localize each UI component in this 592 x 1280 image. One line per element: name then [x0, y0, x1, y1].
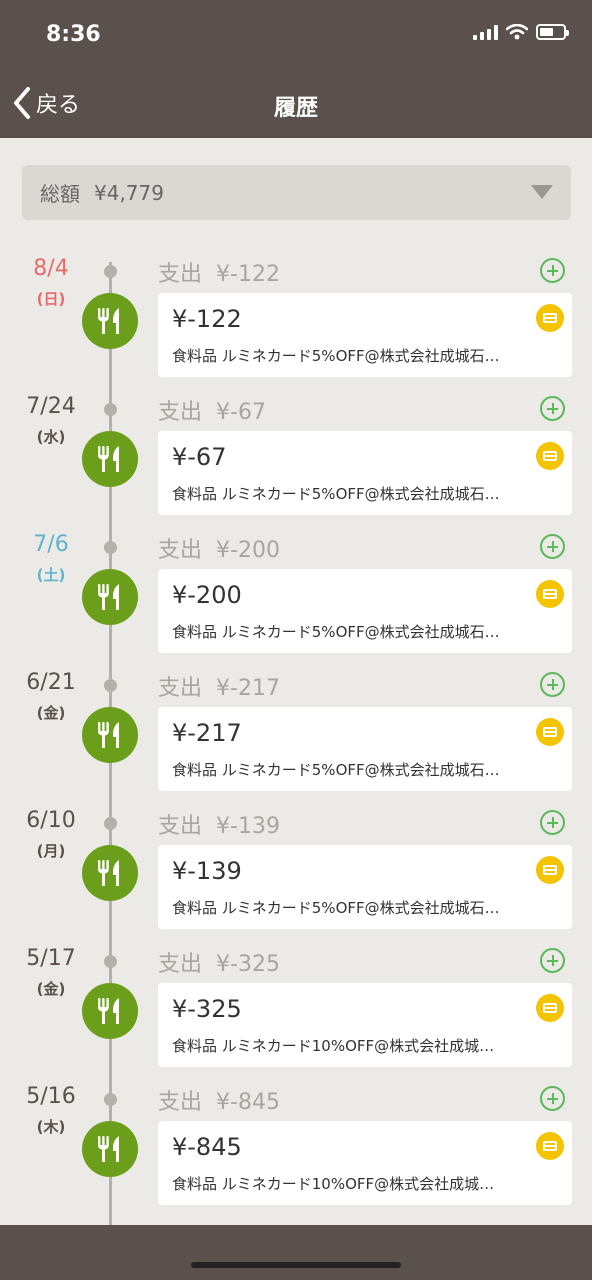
entry-summary-amount: ¥-122 [216, 262, 280, 287]
transaction-amount: ¥-67 [172, 443, 227, 471]
entry-kind: 支出 [158, 262, 203, 287]
entry-summary-amount: ¥-845 [216, 1090, 280, 1115]
transaction-description: 食料品 ルミネカード10%OFF@株式会社成城… [172, 1175, 495, 1193]
entry-date: 7/24 [26, 394, 76, 419]
transaction-amount: ¥-122 [172, 305, 242, 333]
timeline-dot [104, 403, 117, 416]
signal-icon [473, 24, 498, 40]
entry-summary: 支出 ¥-67 [158, 394, 266, 426]
entry-date: 6/21 [26, 670, 76, 695]
transaction-description: 食料品 ルミネカード5%OFF@株式会社成城石… [172, 623, 500, 641]
transaction-description: 食料品 ルミネカード10%OFF@株式会社成城… [172, 1037, 495, 1055]
bottom-bar [0, 1225, 592, 1280]
timeline-dot [104, 265, 117, 278]
entry-date: 8/4 [33, 256, 69, 281]
transaction-amount: ¥-325 [172, 995, 242, 1023]
wifi-icon [506, 24, 528, 40]
transaction-card[interactable]: ¥-325 食料品 ルミネカード10%OFF@株式会社成城… [158, 983, 572, 1067]
entry-summary-amount: ¥-325 [216, 952, 280, 977]
transaction-card[interactable]: ¥-122 食料品 ルミネカード5%OFF@株式会社成城石… [158, 293, 572, 377]
add-circle-icon[interactable] [540, 534, 565, 559]
entry-summary: 支出 ¥-217 [158, 670, 280, 702]
entry-date: 5/17 [26, 946, 76, 971]
entry-summary: 支出 ¥-845 [158, 1084, 280, 1116]
entry-summary: 支出 ¥-122 [158, 256, 280, 288]
timeline-dot [104, 541, 117, 554]
credit-card-icon [536, 304, 564, 332]
entry-kind: 支出 [158, 814, 203, 839]
add-circle-icon[interactable] [540, 672, 565, 697]
transaction-card[interactable]: ¥-67 食料品 ルミネカード5%OFF@株式会社成城石… [158, 431, 572, 515]
transaction-description: 食料品 ルミネカード5%OFF@株式会社成城石… [172, 347, 500, 365]
total-label: 総額 [40, 182, 80, 206]
history-entry: 7/6 (土) 支出 ¥-200 ¥-200 食料品 ルミネカード5%OFF@株式会社成城… [0, 526, 592, 664]
fork-knife-icon [82, 707, 138, 763]
entry-date: 7/6 [33, 532, 69, 557]
transaction-description: 食料品 ルミネカード5%OFF@株式会社成城石… [172, 761, 500, 779]
entry-kind: 支出 [158, 676, 203, 701]
fork-knife-icon [82, 293, 138, 349]
history-entry: 8/4 (日) 支出 ¥-122 ¥-122 食料品 ルミネカード5%OFF@株式会社成城… [0, 250, 592, 388]
page-title: 履歴 [273, 96, 318, 121]
add-circle-icon[interactable] [540, 1086, 565, 1111]
battery-icon [536, 24, 569, 40]
entry-summary: 支出 ¥-139 [158, 808, 280, 840]
credit-card-icon [536, 718, 564, 746]
credit-card-icon [536, 994, 564, 1022]
entry-kind: 支出 [158, 400, 203, 425]
dropdown-arrow-icon [531, 185, 553, 199]
transaction-description: 食料品 ルミネカード5%OFF@株式会社成城石… [172, 899, 500, 917]
entry-summary-amount: ¥-217 [216, 676, 280, 701]
fork-knife-icon [82, 983, 138, 1039]
timeline-dot [104, 1093, 117, 1106]
home-indicator [191, 1262, 401, 1268]
history-entry: 5/17 (金) 支出 ¥-325 ¥-325 食料品 ルミネカード10%OFF@株式会社… [0, 940, 592, 1078]
add-circle-icon[interactable] [540, 810, 565, 835]
transaction-description: 食料品 ルミネカード5%OFF@株式会社成城石… [172, 485, 500, 503]
transaction-amount: ¥-845 [172, 1133, 242, 1161]
entry-kind: 支出 [158, 538, 203, 563]
total-dropdown[interactable]: 総額 ¥4,779 [22, 165, 571, 220]
add-circle-icon[interactable] [540, 396, 565, 421]
transaction-amount: ¥-200 [172, 581, 242, 609]
entry-date: 6/10 [26, 808, 76, 833]
status-icons [473, 24, 569, 40]
fork-knife-icon [82, 1121, 138, 1177]
credit-card-icon [536, 1132, 564, 1160]
add-circle-icon[interactable] [540, 948, 565, 973]
credit-card-icon [536, 580, 564, 608]
transaction-card[interactable]: ¥-217 食料品 ルミネカード5%OFF@株式会社成城石… [158, 707, 572, 791]
transaction-card[interactable]: ¥-139 食料品 ルミネカード5%OFF@株式会社成城石… [158, 845, 572, 929]
entry-date: 5/16 [26, 1084, 76, 1109]
entry-summary-amount: ¥-67 [216, 400, 266, 425]
fork-knife-icon [82, 431, 138, 487]
entry-summary-amount: ¥-139 [216, 814, 280, 839]
transaction-card[interactable]: ¥-845 食料品 ルミネカード10%OFF@株式会社成城… [158, 1121, 572, 1205]
timeline-dot [104, 955, 117, 968]
add-circle-icon[interactable] [540, 258, 565, 283]
total-amount: ¥4,779 [94, 180, 164, 205]
transaction-card[interactable]: ¥-200 食料品 ルミネカード5%OFF@株式会社成城石… [158, 569, 572, 653]
entry-summary-amount: ¥-200 [216, 538, 280, 563]
entry-summary: 支出 ¥-325 [158, 946, 280, 978]
entry-kind: 支出 [158, 952, 203, 977]
fork-knife-icon [82, 569, 138, 625]
history-entry: 7/24 (水) 支出 ¥-67 ¥-67 食料品 ルミネカード5%OFF@株式会社成城石… [0, 388, 592, 526]
transaction-amount: ¥-217 [172, 719, 242, 747]
timeline-dot [104, 679, 117, 692]
history-list: 8/4 (日) 支出 ¥-122 ¥-122 食料品 ルミネカード5%OFF@株式会社成城… [0, 250, 592, 1216]
header: 8:36 戻る 履歴 [0, 0, 592, 138]
history-entry: 6/10 (月) 支出 ¥-139 ¥-139 食料品 ルミネカード5%OFF@株式会社成… [0, 802, 592, 940]
credit-card-icon [536, 442, 564, 470]
transaction-amount: ¥-139 [172, 857, 242, 885]
timeline-dot [104, 817, 117, 830]
credit-card-icon [536, 856, 564, 884]
history-entry: 5/16 (木) 支出 ¥-845 ¥-845 食料品 ルミネカード10%OFF@株式会社… [0, 1078, 592, 1216]
history-entry: 6/21 (金) 支出 ¥-217 ¥-217 食料品 ルミネカード5%OFF@株式会社成… [0, 664, 592, 802]
entry-summary: 支出 ¥-200 [158, 532, 280, 564]
status-time: 8:36 [46, 22, 101, 47]
entry-kind: 支出 [158, 1090, 203, 1115]
fork-knife-icon [82, 845, 138, 901]
